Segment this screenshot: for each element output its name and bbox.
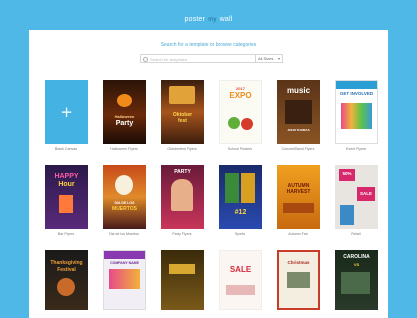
template-tile-muertos[interactable]: DIA DE LOS MUERTOS <box>103 165 146 229</box>
logo-left: poster <box>184 16 206 23</box>
guitar-image <box>285 100 312 124</box>
logo[interactable]: poster my wall <box>0 16 417 23</box>
tile-caption: Blank Canvas <box>54 147 78 151</box>
plus-icon: + <box>60 103 73 121</box>
tile-title: PARTY <box>174 169 191 175</box>
tile-banner <box>104 251 145 259</box>
tile-subtitle: fest <box>178 118 187 124</box>
template-tile-party[interactable]: PARTY <box>161 165 204 229</box>
search-icon <box>143 57 148 62</box>
tile-caption: Retail <box>351 232 361 236</box>
tile-title: 50% <box>342 171 352 176</box>
event-graphic <box>341 103 372 129</box>
skull-image <box>115 175 133 195</box>
top-bar <box>0 0 417 30</box>
tile-title: Christmas <box>287 260 310 265</box>
tile-caption: School Posters <box>227 147 253 151</box>
size-dropdown-label: All Sizes <box>258 56 274 61</box>
chevron-down-icon <box>278 58 280 60</box>
template-tile-thanksgiving[interactable]: Thanksgiving Festival <box>45 250 88 310</box>
leaf-graphic <box>283 203 314 213</box>
apple-image <box>241 118 253 130</box>
tile-subtitle: JOHN THOMAS <box>287 128 310 132</box>
church-image <box>287 272 310 288</box>
model-image <box>340 205 354 225</box>
template-tile-retail[interactable]: 50% SALE <box>335 165 378 229</box>
tile-subtitle: EXPO <box>229 91 252 100</box>
template-tile-company[interactable]: COMPANY NAME <box>103 250 146 310</box>
tile-title: CAROLINA <box>343 254 370 260</box>
tile-title: Thanksgiving <box>50 260 83 266</box>
logo-right: wall <box>219 16 233 23</box>
tile-title: HAPPY <box>54 173 79 180</box>
template-tile-school[interactable]: 2017 EXPO <box>219 80 262 144</box>
tile-title: DIA DE LOS <box>114 201 135 205</box>
template-tile-sale[interactable]: SALE <box>219 250 262 310</box>
search-placeholder: Search for templates <box>150 57 187 62</box>
tile-title: GET INVOLVED <box>339 91 374 96</box>
gold-banner <box>169 264 195 274</box>
template-tile-gold[interactable] <box>161 250 204 310</box>
tile-caption: Concert/Band Flyers <box>281 147 315 151</box>
player-image <box>241 173 255 203</box>
tile-caption: Sports <box>234 232 246 236</box>
tile-caption: Halloween Flyers <box>110 147 138 151</box>
browse-prompt: Search for a template or browse categori… <box>160 42 257 48</box>
template-tile-autumn[interactable]: AUTUMN HARVEST <box>277 165 320 229</box>
person-image <box>171 179 193 211</box>
tile-subtitle: Hour <box>58 181 75 188</box>
turkey-image <box>57 278 75 296</box>
template-tile-halloween[interactable]: Halloween Party <box>103 80 146 144</box>
template-tile-bar[interactable]: HAPPY Hour <box>45 165 88 229</box>
template-tile-concert[interactable]: music JOHN THOMAS <box>277 80 320 144</box>
template-panel: Search for a template or browse categori… <box>29 30 388 318</box>
apple-image <box>228 117 240 129</box>
tile-caption: Dia de los Muertos <box>109 232 139 236</box>
template-tile-event[interactable]: GET INVOLVED <box>335 80 378 144</box>
blank-canvas-tile[interactable]: + <box>45 80 88 144</box>
tile-subtitle: MUERTOS <box>112 206 137 212</box>
template-tile-christmas[interactable]: Christmas <box>277 250 320 310</box>
tile-title: COMPANY NAME <box>110 261 139 265</box>
tile-caption: Bar Flyers <box>57 232 75 236</box>
pumpkin-image <box>117 94 132 107</box>
tile-title: music <box>286 86 311 95</box>
logo-mid: my <box>208 17 217 23</box>
tile-caption: Oktoberfest Flyers <box>167 147 197 151</box>
template-tile-oktoberfest[interactable]: Oktober fest <box>161 80 204 144</box>
tile-subtitle: Party <box>115 120 134 127</box>
tile-subtitle: VS <box>353 262 360 267</box>
tile-subtitle: SALE <box>359 191 372 196</box>
template-tile-carolina[interactable]: CAROLINA VS <box>335 250 378 310</box>
tile-banner <box>336 81 377 89</box>
tile-caption: Event Flyers <box>346 147 366 151</box>
tile-title: Halloween <box>114 114 135 119</box>
tile-title: SALE <box>229 265 252 274</box>
size-dropdown[interactable]: All Sizes <box>255 54 283 63</box>
cocktail-image <box>59 195 73 213</box>
tile-title: #12 <box>234 209 247 216</box>
tile-subtitle: HARVEST <box>286 189 311 195</box>
tile-caption: Autumn Fair <box>288 232 308 236</box>
tile-subtitle: Festival <box>57 267 76 273</box>
company-graphic <box>109 269 140 289</box>
players-image <box>341 272 370 294</box>
template-tile-sports[interactable]: #12 <box>219 165 262 229</box>
tile-caption: Party Flyers <box>172 232 192 236</box>
sale-graphic <box>226 285 255 295</box>
player-image <box>225 173 239 203</box>
beer-image <box>169 86 195 104</box>
